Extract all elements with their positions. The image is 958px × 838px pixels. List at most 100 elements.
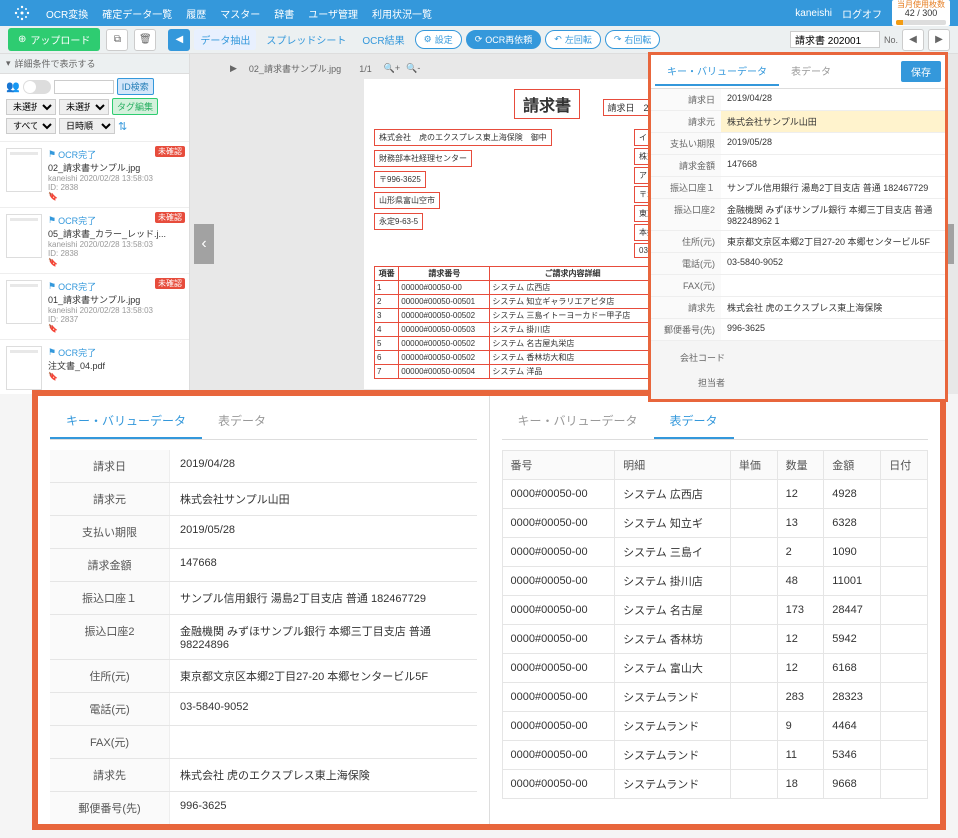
table-cell[interactable]: システム 広西店 [615,480,731,509]
rotate-right-button[interactable]: ↷右回転 [605,30,661,49]
logout-link[interactable]: ログオフ [842,6,882,21]
table-cell[interactable]: 12 [777,654,824,683]
table-cell[interactable] [730,654,777,683]
table-cell[interactable] [881,596,928,625]
kv-lower-value[interactable] [731,347,935,368]
big-table-tab-table[interactable]: 表データ [654,404,734,439]
big-kv-value[interactable]: 03-5840-9052 [170,693,477,725]
table-cell[interactable] [881,712,928,741]
kv-lower-value[interactable] [731,372,935,393]
kv-value[interactable]: 東京都文京区本郷2丁目27-20 本郷センタービル5F [721,231,945,252]
table-cell[interactable]: 0000#00050-00 [502,625,615,654]
table-cell[interactable]: システムランド [615,770,731,799]
table-cell[interactable]: 6168 [824,654,881,683]
big-kv-value[interactable]: 株式会社 虎のエクスプレス東上海保険 [170,759,477,791]
tab-data-extract[interactable]: データ抽出 [194,29,256,50]
kv-tab-keyvalue[interactable]: キー・バリューデータ [655,57,779,86]
nav-item[interactable]: 利用状況一覧 [372,6,432,21]
table-cell[interactable]: システムランド [615,741,731,770]
table-cell[interactable] [881,538,928,567]
toolbar-back-button[interactable]: ◀ [168,29,190,51]
table-cell[interactable]: 13 [777,509,824,538]
nav-item[interactable]: マスター [220,6,260,21]
table-cell[interactable]: システム 三島イ [615,538,731,567]
table-cell[interactable]: システム 知立ギ [615,509,731,538]
table-cell[interactable]: 28447 [824,596,881,625]
table-cell[interactable]: 12 [777,625,824,654]
table-cell[interactable]: 0000#00050-00 [502,712,615,741]
filter-text-input[interactable] [54,80,114,94]
table-cell[interactable]: システムランド [615,683,731,712]
big-kv-value[interactable]: 東京都文京区本郷2丁目27-20 本郷センタービル5F [170,660,477,692]
table-cell[interactable] [730,538,777,567]
filter-select-order[interactable]: 日時順 [59,118,115,134]
nav-item[interactable]: OCR変換 [46,6,88,21]
table-cell[interactable]: 0000#00050-00 [502,509,615,538]
table-cell[interactable]: 283 [777,683,824,712]
table-cell[interactable] [730,480,777,509]
table-cell[interactable] [881,654,928,683]
table-cell[interactable] [730,683,777,712]
nav-item[interactable]: 辞書 [274,6,294,21]
page-nav-prev[interactable]: ▶ [230,63,237,74]
big-kv-value[interactable] [170,726,477,758]
big-kv-value[interactable]: サンプル信用銀行 湯島2丁目支店 普通 182467729 [170,582,477,614]
file-item[interactable]: ⚑OCR完了 02_請求書サンプル.jpg kaneishi 2020/02/2… [0,142,189,208]
table-cell[interactable] [881,567,928,596]
sort-icon[interactable]: ⇅ [118,120,127,133]
table-cell[interactable]: システム 香林坊 [615,625,731,654]
kv-value[interactable]: 2019/04/28 [721,89,945,110]
table-cell[interactable]: 11 [777,741,824,770]
big-kv-tab-table[interactable]: 表データ [202,404,282,439]
doc-prev-arrow[interactable]: ‹ [194,224,214,264]
big-table-tab-keyvalue[interactable]: キー・バリューデータ [502,404,654,439]
table-cell[interactable]: 5942 [824,625,881,654]
big-kv-value[interactable]: 147668 [170,549,477,581]
zoom-in-icon[interactable]: 🔍+ [384,63,400,74]
copy-button[interactable]: ⧉ [106,29,128,51]
rotate-left-button[interactable]: ↶左回転 [545,30,601,49]
table-cell[interactable]: 4928 [824,480,881,509]
table-cell[interactable]: 173 [777,596,824,625]
tag-edit-chip[interactable]: タグ編集 [112,98,158,115]
table-cell[interactable]: 9 [777,712,824,741]
settings-button[interactable]: ⚙設定 [415,30,462,49]
kv-value[interactable]: 株式会社 虎のエクスプレス東上海保険 [721,297,945,318]
table-cell[interactable]: 6328 [824,509,881,538]
user-name[interactable]: kaneishi [795,8,832,19]
table-cell[interactable]: 28323 [824,683,881,712]
filter-toggle[interactable] [23,80,51,94]
table-cell[interactable] [730,625,777,654]
file-item[interactable]: ⚑OCR完了 01_請求書サンプル.jpg kaneishi 2020/02/2… [0,274,189,340]
table-cell[interactable]: システム 名古屋 [615,596,731,625]
zoom-out-icon[interactable]: 🔍- [406,63,420,74]
big-kv-value[interactable]: 2019/05/28 [170,516,477,548]
kv-value[interactable]: サンプル信用銀行 湯島2丁目支店 普通 182467729 [721,177,945,198]
filter-select-all[interactable]: すべて [6,118,56,134]
ocr-redo-button[interactable]: ⟳OCR再依頼 [466,30,542,49]
delete-button[interactable]: 🗑 [134,29,156,51]
upload-button[interactable]: ⊕ アップロード [8,28,100,51]
table-cell[interactable]: 5346 [824,741,881,770]
table-cell[interactable]: 0000#00050-00 [502,654,615,683]
doc-search-input[interactable] [790,31,880,48]
table-cell[interactable]: 12 [777,480,824,509]
table-cell[interactable] [881,683,928,712]
table-cell[interactable]: 9668 [824,770,881,799]
kv-value[interactable]: 金融機関 みずほサンプル銀行 本郷三丁目支店 普通 982248962 1 [721,199,945,230]
nav-item[interactable]: 確定データ一覧 [102,6,172,21]
kv-tab-table[interactable]: 表データ [779,57,843,86]
table-cell[interactable] [881,480,928,509]
table-cell[interactable] [730,741,777,770]
nav-item[interactable]: 履歴 [186,6,206,21]
table-cell[interactable]: 1090 [824,538,881,567]
big-kv-value[interactable]: 金融機関 みずほサンプル銀行 本郷三丁目支店 普通 98224896 [170,615,477,659]
table-cell[interactable]: 0000#00050-00 [502,480,615,509]
table-cell[interactable] [881,770,928,799]
kv-value[interactable]: 株式会社サンプル山田 [721,111,945,132]
prev-doc-button[interactable]: ◀ [902,29,924,51]
id-search-chip[interactable]: ID検索 [117,78,154,95]
table-cell[interactable]: 0000#00050-00 [502,596,615,625]
file-item[interactable]: ⚑OCR完了 注文書_04.pdf 🔖 [0,340,189,394]
filter-select-2[interactable]: 未選択 [59,99,109,115]
